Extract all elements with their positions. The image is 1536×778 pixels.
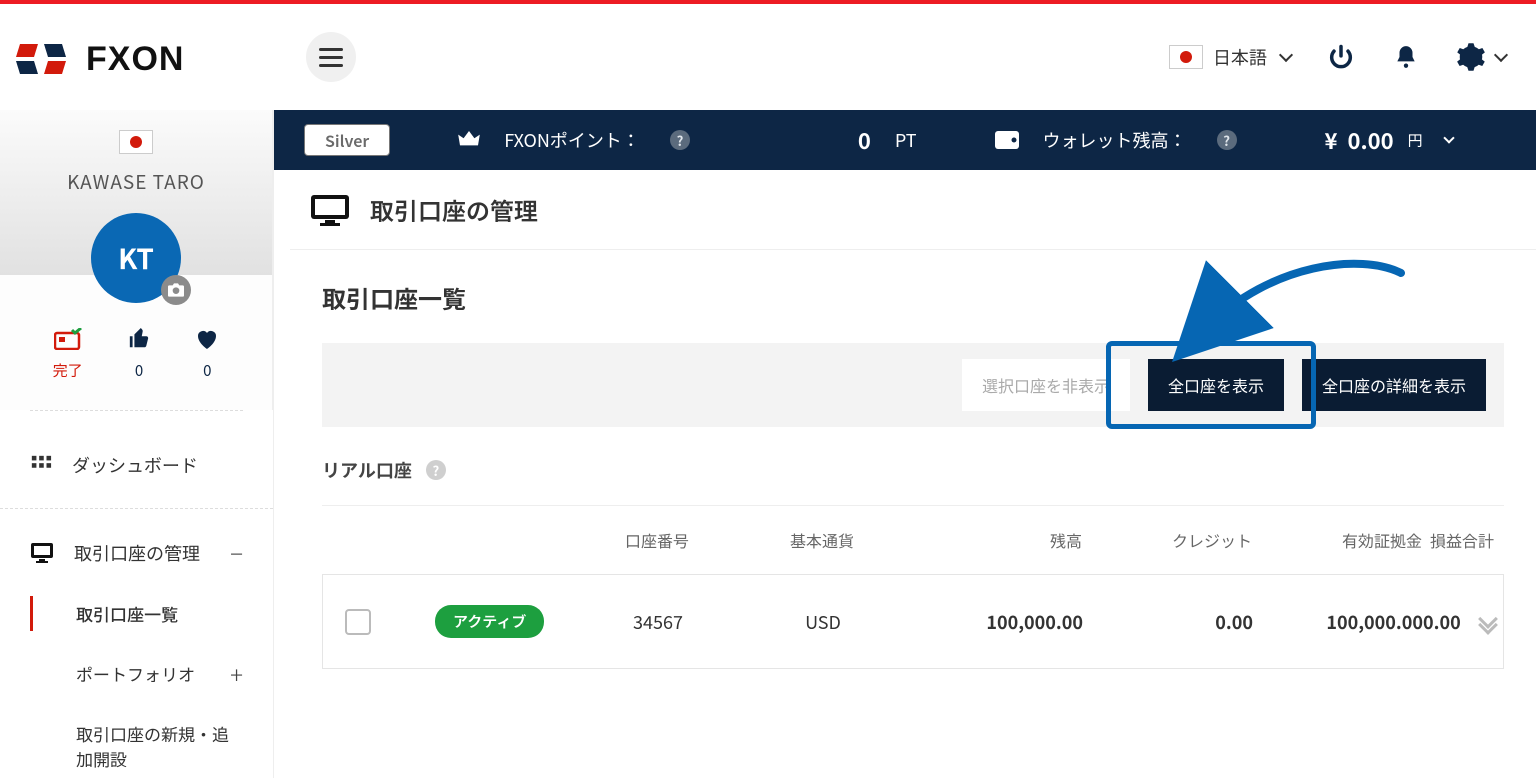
grid-icon: [30, 454, 52, 476]
expand-icon: +: [230, 656, 243, 691]
thumb-up-icon: [128, 328, 150, 350]
cell-equity: 100,000.00: [1253, 609, 1423, 635]
page-heading-row: 取引口座の管理: [274, 170, 1536, 249]
upload-photo-button[interactable]: [161, 275, 191, 305]
annotation-highlight: [1106, 341, 1316, 429]
table-header: 口座番号 基本通貨 残高 クレジット 有効証拠金 損益合計: [322, 506, 1504, 574]
show-all-details-button[interactable]: 全口座の詳細を表示: [1302, 359, 1486, 411]
points-value: 0: [858, 124, 871, 156]
table-row: アクティブ 34567 USD 100,000.00 0.00 100,000.…: [322, 574, 1504, 669]
camera-icon: [168, 283, 184, 297]
col-credit: クレジット: [1082, 528, 1252, 552]
profile-card: KAWASE TARO KT 完了 0 0: [0, 110, 273, 410]
subnav-account-list-label: 取引口座一覧: [76, 601, 178, 626]
cell-credit: 0.00: [1083, 609, 1253, 635]
content-card: 取引口座一覧 選択口座を非表示 全口座を表示 全口座の詳細を表示 リアル口座: [290, 249, 1536, 689]
japan-flag-icon: [1169, 45, 1203, 69]
chevron-down-icon: [1494, 48, 1508, 62]
col-pl: 損益合計: [1422, 528, 1502, 552]
subnav-open-new-account[interactable]: 取引口座の新規・追加開設: [0, 706, 273, 778]
cell-pl: 0.00: [1423, 609, 1481, 635]
col-equity: 有効証拠金: [1252, 528, 1422, 552]
main: Silver FXONポイント： ? 0 PT ウォレット残高： ? ¥ 0.0…: [274, 110, 1536, 778]
stat-likes[interactable]: 0: [128, 328, 150, 381]
sidebar: KAWASE TARO KT 完了 0 0: [0, 110, 274, 778]
language-label: 日本語: [1213, 44, 1267, 70]
settings-menu[interactable]: [1456, 42, 1506, 72]
subnav-portfolio[interactable]: ポートフォリオ +: [0, 641, 273, 706]
notifications-button[interactable]: [1391, 42, 1421, 72]
profile-name: KAWASE TARO: [0, 168, 272, 195]
brand-logo[interactable]: FXON: [16, 34, 246, 80]
chevron-down-icon: [1443, 132, 1454, 143]
stat-favorites-value: 0: [203, 360, 211, 381]
cell-balance: 100,000.00: [903, 609, 1083, 635]
power-button[interactable]: [1326, 42, 1356, 72]
stat-verification[interactable]: 完了: [53, 328, 83, 381]
collapse-icon: −: [230, 535, 243, 570]
svg-text:FXON: FXON: [86, 40, 184, 78]
gear-icon: [1456, 42, 1486, 72]
cell-base-ccy: USD: [743, 609, 903, 635]
tier-badge: Silver: [304, 124, 390, 156]
help-icon[interactable]: ?: [1217, 130, 1237, 150]
stat-favorites[interactable]: 0: [195, 328, 219, 381]
heart-icon: [195, 328, 219, 350]
accounts-toolbar: 選択口座を非表示 全口座を表示 全口座の詳細を表示: [322, 343, 1504, 427]
col-base-ccy: 基本通貨: [742, 528, 902, 552]
nav-manage-accounts-label: 取引口座の管理: [74, 540, 200, 566]
help-icon[interactable]: ?: [670, 130, 690, 150]
subnav-account-list[interactable]: 取引口座一覧: [0, 586, 273, 641]
cell-account-no: 34567: [573, 609, 743, 635]
subnav-portfolio-label: ポートフォリオ: [76, 661, 195, 686]
points-label: FXONポイント：: [504, 127, 640, 153]
page-heading: 取引口座の管理: [370, 192, 538, 227]
nav-dashboard-label: ダッシュボード: [72, 452, 198, 478]
language-selector[interactable]: 日本語: [1169, 44, 1291, 70]
subnav-open-new-label: 取引口座の新規・追加開設: [76, 721, 243, 771]
header: FXON 日本語: [0, 4, 1536, 110]
japan-flag-icon: [119, 130, 153, 154]
wallet-balance-dropdown[interactable]: ¥ 0.00 円: [1325, 124, 1453, 156]
id-card-icon: [54, 328, 82, 350]
section-real-accounts: リアル口座 ?: [322, 457, 1504, 506]
hamburger-icon: [319, 48, 343, 67]
info-bar: Silver FXONポイント： ? 0 PT ウォレット残高： ? ¥ 0.0…: [274, 110, 1536, 170]
row-checkbox[interactable]: [345, 609, 371, 635]
monitor-icon: [30, 542, 54, 564]
expand-row-button[interactable]: [1481, 609, 1495, 635]
nav-dashboard[interactable]: ダッシュボード: [0, 436, 273, 509]
nav-manage-accounts[interactable]: 取引口座の管理 −: [0, 519, 273, 586]
hide-selected-button[interactable]: 選択口座を非表示: [962, 359, 1130, 411]
wallet-icon: [995, 131, 1019, 149]
points-unit: PT: [895, 127, 917, 153]
stat-verification-label: 完了: [53, 360, 83, 381]
col-account-no: 口座番号: [572, 528, 742, 552]
col-balance: 残高: [902, 528, 1082, 552]
chevron-down-icon: [1279, 48, 1293, 62]
wallet-label: ウォレット残高：: [1043, 127, 1187, 153]
help-icon[interactable]: ?: [426, 460, 446, 480]
monitor-icon: [310, 194, 350, 226]
status-badge: アクティブ: [435, 605, 544, 638]
card-title: 取引口座一覧: [322, 280, 1504, 315]
menu-toggle-button[interactable]: [306, 32, 356, 82]
stat-likes-value: 0: [135, 360, 143, 381]
crown-icon: [458, 131, 480, 149]
